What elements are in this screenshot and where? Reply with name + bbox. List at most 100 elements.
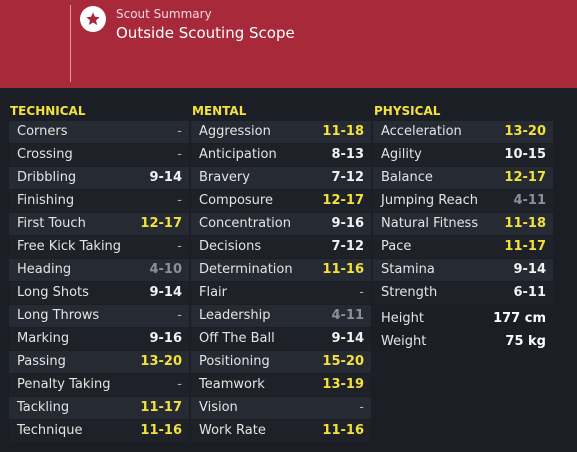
attribute-label: Concentration — [199, 216, 291, 231]
attribute-value: 9-16 — [149, 331, 182, 346]
attribute-row[interactable]: Technique 11-16 — [9, 420, 189, 443]
attribute-value: 12-17 — [504, 170, 546, 185]
attribute-value: - — [177, 193, 182, 208]
attribute-value: - — [177, 239, 182, 254]
attribute-value: 9-16 — [331, 216, 364, 231]
attribute-row[interactable]: Anticipation 8-13 — [191, 144, 371, 167]
column-heading-technical: TECHNICAL — [10, 104, 86, 118]
physical-details: Height 177 cm Weight 75 kg — [373, 308, 553, 354]
attribute-row[interactable]: Corners - — [9, 121, 189, 144]
attribute-label: Flair — [199, 285, 228, 300]
attribute-row[interactable]: Balance 12-17 — [373, 167, 553, 190]
attribute-row[interactable]: Tackling 11-17 — [9, 397, 189, 420]
attribute-label: Acceleration — [381, 124, 462, 139]
attribute-value: - — [359, 285, 364, 300]
attribute-label: First Touch — [17, 216, 86, 231]
attribute-label: Strength — [381, 285, 438, 300]
attribute-value: 4-10 — [149, 262, 182, 277]
attribute-row[interactable]: Acceleration 13-20 — [373, 121, 553, 144]
star-icon — [80, 6, 106, 32]
attribute-label: Anticipation — [199, 147, 277, 162]
attribute-row[interactable]: Bravery 7-12 — [191, 167, 371, 190]
attribute-row[interactable]: First Touch 12-17 — [9, 213, 189, 236]
attribute-row[interactable]: Concentration 9-16 — [191, 213, 371, 236]
attribute-label: Long Throws — [17, 308, 100, 323]
attribute-label: Bravery — [199, 170, 250, 185]
attribute-row[interactable]: Stamina 9-14 — [373, 259, 553, 282]
attribute-row[interactable]: Heading 4-10 — [9, 259, 189, 282]
attribute-label: Composure — [199, 193, 273, 208]
attribute-label: Marking — [17, 331, 70, 346]
attribute-label: Teamwork — [199, 377, 265, 392]
attribute-label: Long Shots — [17, 285, 89, 300]
attribute-value: 13-20 — [504, 124, 546, 139]
attribute-label: Jumping Reach — [381, 193, 479, 208]
attribute-value: 13-20 — [140, 354, 182, 369]
attribute-row[interactable]: Agility 10-15 — [373, 144, 553, 167]
attribute-value: 7-12 — [331, 239, 364, 254]
attribute-row[interactable]: Finishing - — [9, 190, 189, 213]
attribute-label: Positioning — [199, 354, 270, 369]
header-subtitle: Scout Summary — [116, 7, 212, 21]
attribute-label: Determination — [199, 262, 293, 277]
attribute-value: 9-14 — [513, 262, 546, 277]
attribute-row[interactable]: Marking 9-16 — [9, 328, 189, 351]
attribute-row[interactable]: Passing 13-20 — [9, 351, 189, 374]
attribute-value: - — [359, 400, 364, 415]
attribute-row[interactable]: Natural Fitness 11-18 — [373, 213, 553, 236]
attribute-label: Finishing — [17, 193, 75, 208]
attribute-row[interactable]: Free Kick Taking - — [9, 236, 189, 259]
attribute-row[interactable]: Off The Ball 9-14 — [191, 328, 371, 351]
header-divider — [70, 5, 71, 82]
detail-value: 75 kg — [505, 334, 546, 349]
attribute-value: 11-16 — [140, 423, 182, 438]
attribute-value: 12-17 — [322, 193, 364, 208]
attribute-row[interactable]: Positioning 15-20 — [191, 351, 371, 374]
attribute-row[interactable]: Long Shots 9-14 — [9, 282, 189, 305]
attribute-row[interactable]: Penalty Taking - — [9, 374, 189, 397]
attribute-row[interactable]: Aggression 11-18 — [191, 121, 371, 144]
attribute-row[interactable]: Determination 11-16 — [191, 259, 371, 282]
physical-column: PHYSICAL Acceleration 13-20 Agility 10-15 Ba… — [373, 102, 553, 354]
attribute-row[interactable]: Jumping Reach 4-11 — [373, 190, 553, 213]
attribute-row[interactable]: Decisions 7-12 — [191, 236, 371, 259]
attribute-value: 11-16 — [322, 262, 364, 277]
attribute-label: Free Kick Taking — [17, 239, 122, 254]
attribute-row[interactable]: Vision - — [191, 397, 371, 420]
scout-summary-header: Scout Summary Outside Scouting Scope — [0, 0, 577, 88]
attribute-value: 10-15 — [504, 147, 546, 162]
attribute-row[interactable]: Pace 11-17 — [373, 236, 553, 259]
attribute-row[interactable]: Work Rate 11-16 — [191, 420, 371, 443]
attribute-row[interactable]: Composure 12-17 — [191, 190, 371, 213]
attribute-value: 15-20 — [322, 354, 364, 369]
attribute-row[interactable]: Flair - — [191, 282, 371, 305]
attribute-value: 7-12 — [331, 170, 364, 185]
attribute-value: - — [177, 308, 182, 323]
attribute-label: Penalty Taking — [17, 377, 111, 392]
attribute-label: Dribbling — [17, 170, 77, 185]
attribute-value: 6-11 — [513, 285, 546, 300]
detail-value: 177 cm — [493, 311, 546, 326]
attribute-value: 9-14 — [331, 331, 364, 346]
attribute-value: 4-11 — [513, 193, 546, 208]
attribute-value: 13-19 — [322, 377, 364, 392]
attribute-value: 8-13 — [331, 147, 364, 162]
attribute-label: Aggression — [199, 124, 271, 139]
attribute-value: - — [177, 377, 182, 392]
attribute-label: Decisions — [199, 239, 262, 254]
attribute-row[interactable]: Crossing - — [9, 144, 189, 167]
attribute-label: Natural Fitness — [381, 216, 479, 231]
attribute-label: Tackling — [17, 400, 70, 415]
attribute-value: 11-18 — [322, 124, 364, 139]
attribute-row[interactable]: Strength 6-11 — [373, 282, 553, 305]
attribute-row[interactable]: Dribbling 9-14 — [9, 167, 189, 190]
detail-label: Height — [381, 311, 424, 326]
mental-column: MENTAL Aggression 11-18 Anticipation 8-13 Br… — [191, 102, 371, 443]
attribute-row[interactable]: Teamwork 13-19 — [191, 374, 371, 397]
attribute-label: Balance — [381, 170, 433, 185]
attribute-label: Pace — [381, 239, 412, 254]
attribute-row[interactable]: Leadership 4-11 — [191, 305, 371, 328]
attribute-value: 12-17 — [140, 216, 182, 231]
attribute-value: - — [177, 124, 182, 139]
attribute-row[interactable]: Long Throws - — [9, 305, 189, 328]
